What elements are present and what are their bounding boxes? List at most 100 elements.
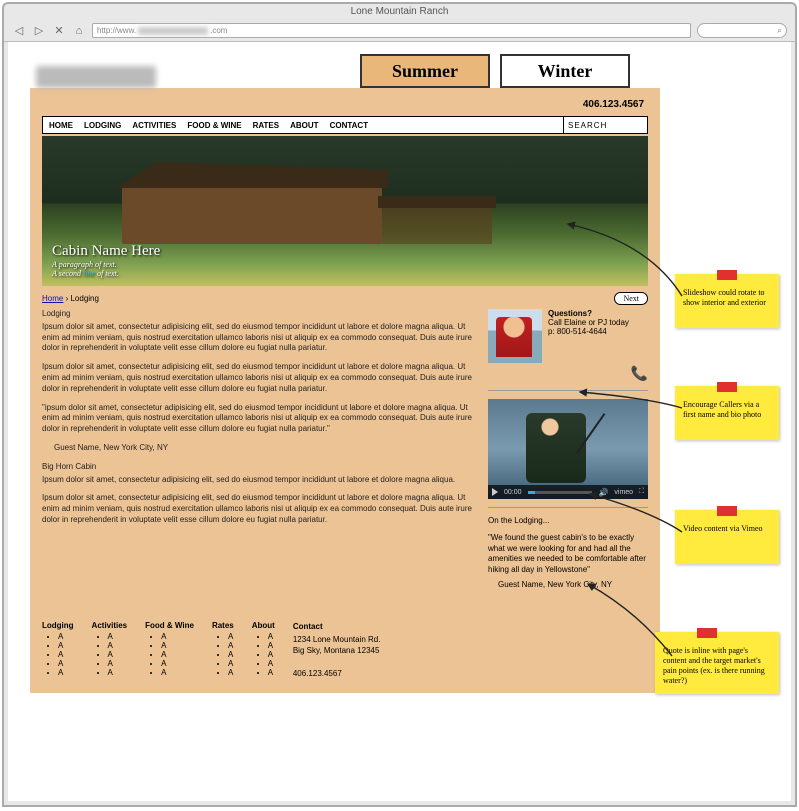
body-quote1: "ipsum dolor sit amet, consectetur adipi… — [42, 403, 474, 435]
url-bar[interactable]: http://www. .com — [92, 23, 691, 38]
page-title: Lodging — [42, 309, 474, 320]
footer-heading: Contact — [293, 621, 381, 632]
staff-photo — [488, 309, 542, 363]
quote-block: On the Lodging... "We found the guest ca… — [488, 516, 648, 591]
breadcrumb-current: Lodging — [70, 294, 98, 303]
nav-item-contact[interactable]: CONTACT — [330, 121, 369, 130]
hero-title: Cabin Name Here — [52, 243, 160, 260]
sticky-note-quote: Quote is inline with page's content and … — [655, 632, 779, 694]
footer-link[interactable]: A — [161, 641, 194, 650]
sticky-note-callers: Encourage Callers via a first name and b… — [675, 386, 779, 440]
stop-icon[interactable]: ✕ — [52, 24, 66, 38]
columns: Lodging Ipsum dolor sit amet, consectetu… — [42, 309, 648, 591]
content-body: 406.123.4567 HOME LODGING ACTIVITIES FOOD &… — [30, 88, 660, 693]
footer-heading: Food & Wine — [145, 621, 194, 630]
footer-link[interactable]: A — [228, 659, 234, 668]
footer-link[interactable]: A — [58, 632, 74, 641]
hero-cabin-shape — [122, 184, 382, 244]
home-icon[interactable]: ⌂ — [72, 24, 86, 38]
nav-item-lodging[interactable]: LODGING — [84, 121, 121, 130]
search-icon: ⌕ — [777, 25, 782, 36]
sticky-note-video: Video content via Vimeo — [675, 510, 779, 564]
footer-link[interactable]: A — [268, 650, 275, 659]
forward-icon[interactable]: ▷ — [32, 24, 46, 38]
questions-title: Questions? — [548, 309, 629, 318]
footer-phone: 406.123.4567 — [293, 668, 381, 679]
quote-attrib: Guest Name, New York City, NY — [488, 580, 648, 591]
footer-heading: About — [252, 621, 275, 630]
footer-link[interactable]: A — [58, 650, 74, 659]
nav-item-about[interactable]: ABOUT — [290, 121, 318, 130]
breadcrumb-home[interactable]: Home — [42, 294, 63, 303]
footer-col-lodging: LodgingAAAAA — [42, 621, 74, 679]
video-progress[interactable] — [528, 491, 593, 494]
footer-list: AAAAA — [42, 632, 74, 677]
play-icon[interactable] — [492, 488, 498, 496]
tab-summer[interactable]: Summer — [360, 54, 490, 88]
page: Summer Winter 406.123.4567 HOMELODGINGAC… — [30, 50, 660, 693]
season-tabs: Summer Winter — [360, 54, 630, 88]
footer-link[interactable]: A — [161, 632, 194, 641]
sticky-note-slideshow: Slideshow could rotate to show interior … — [675, 274, 779, 328]
browser-toolbar: ◁ ▷ ✕ ⌂ http://www. .com ⌕ — [4, 20, 795, 42]
footer-list: AAAAA — [145, 632, 194, 677]
breadcrumb-row: Home › Lodging Next — [42, 292, 648, 305]
nav-item-food-wine[interactable]: FOOD & WINE — [187, 121, 241, 130]
search-input[interactable]: SEARCH — [563, 117, 647, 133]
footer-list: AAAAA — [92, 632, 128, 677]
footer-link[interactable]: A — [108, 641, 128, 650]
site-logo[interactable] — [36, 66, 156, 88]
footer-heading: Rates — [212, 621, 234, 630]
footer-link[interactable]: A — [228, 632, 234, 641]
footer-link[interactable]: A — [58, 641, 74, 650]
tab-winter[interactable]: Winter — [500, 54, 630, 88]
header-phone: 406.123.4567 — [42, 96, 648, 116]
nav-item-rates[interactable]: RATES — [253, 121, 280, 130]
footer-link[interactable]: A — [268, 641, 275, 650]
footer-link[interactable]: A — [228, 641, 234, 650]
footer-link[interactable]: A — [268, 632, 275, 641]
back-icon[interactable]: ◁ — [12, 24, 26, 38]
phone-icon[interactable]: 📞 — [488, 365, 648, 382]
footer-col-food-wine: Food & WineAAAAA — [145, 621, 194, 679]
window-title: Lone Mountain Ranch — [4, 4, 795, 19]
next-button[interactable]: Next — [614, 292, 648, 305]
hero-line2: A second line of text. — [52, 269, 160, 278]
footer-contact: Contact1234 Lone Mountain Rd.Big Sky, Mo… — [293, 621, 381, 679]
footer-link[interactable]: A — [108, 668, 128, 677]
nav-item-home[interactable]: HOME — [49, 121, 73, 130]
video-time: 00:00 — [504, 489, 522, 496]
footer-link[interactable]: A — [161, 659, 194, 668]
footer-col-about: AboutAAAAA — [252, 621, 275, 679]
volume-icon[interactable]: 🔊 — [598, 488, 608, 497]
nav-item-activities[interactable]: ACTIVITIES — [132, 121, 176, 130]
fullscreen-icon[interactable]: ⛶ — [639, 488, 644, 496]
footer-link[interactable]: A — [268, 668, 275, 677]
footer-link[interactable]: A — [58, 668, 74, 677]
footer-heading: Activities — [92, 621, 128, 630]
questions-line: Call Elaine or PJ today — [548, 318, 629, 327]
footer-link[interactable]: A — [228, 668, 234, 677]
hero-text: Cabin Name Here A paragraph of text. A s… — [52, 243, 160, 278]
footer-link[interactable]: A — [108, 659, 128, 668]
footer-link[interactable]: A — [161, 668, 194, 677]
divider — [488, 507, 648, 508]
section-heading: Big Horn Cabin — [42, 462, 474, 473]
video-thumb — [526, 413, 586, 483]
top-area: Summer Winter — [30, 50, 660, 88]
footer-heading: Lodging — [42, 621, 74, 630]
browser-search[interactable]: ⌕ — [697, 23, 787, 38]
footer-link[interactable]: A — [161, 650, 194, 659]
body-attrib1: Guest Name, New York City, NY — [42, 443, 474, 454]
footer-link[interactable]: A — [228, 650, 234, 659]
questions-block: Questions? Call Elaine or PJ today p: 80… — [488, 309, 648, 363]
footer-link[interactable]: A — [108, 632, 128, 641]
footer-link[interactable]: A — [108, 650, 128, 659]
hero-line1: A paragraph of text. — [52, 260, 160, 269]
hero-slideshow[interactable]: Cabin Name Here A paragraph of text. A s… — [42, 136, 648, 286]
hero-line2-link[interactable]: line — [83, 269, 97, 278]
footer-link[interactable]: A — [268, 659, 275, 668]
hero-line2c: of text. — [97, 269, 119, 278]
video-player[interactable]: 00:00 🔊 vimeo ⛶ — [488, 399, 648, 499]
footer-link[interactable]: A — [58, 659, 74, 668]
